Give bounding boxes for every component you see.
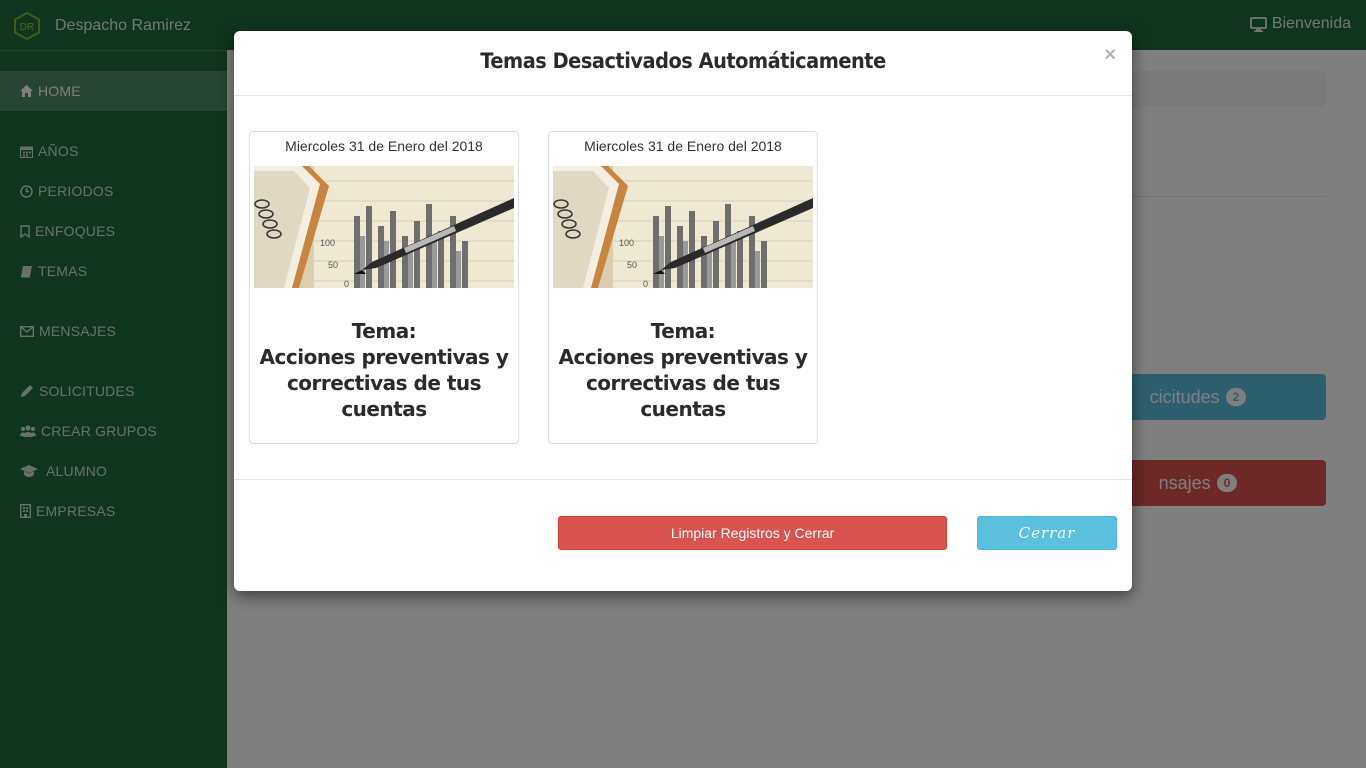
modal-header: Temas Desactivados Automáticamente × [234, 31, 1132, 96]
card-title-line: Acciones preventivas y [558, 345, 808, 369]
clear-and-close-button[interactable]: Limpiar Registros y Cerrar [558, 516, 947, 550]
card-title-line: correctivas de tus [585, 371, 781, 395]
close-button[interactable]: Cerrar [977, 516, 1117, 550]
card-date: Miercoles 31 de Enero del 2018 [584, 138, 782, 154]
finance-chart-image: 100 50 0 [553, 166, 813, 288]
svg-text:0: 0 [344, 279, 349, 288]
card-title-prefix: Tema: [650, 319, 716, 343]
card-title: Tema: Acciones preventivas y correctivas… [250, 318, 518, 422]
deactivated-topics-modal: Temas Desactivados Automáticamente × Mie… [234, 31, 1132, 591]
modal-title: Temas Desactivados Automáticamente [480, 49, 886, 73]
svg-text:0: 0 [643, 279, 648, 288]
card-title: Tema: Acciones preventivas y correctivas… [549, 318, 817, 422]
card-title-line: cuentas [341, 397, 427, 421]
card-title-line: Acciones preventivas y [259, 345, 509, 369]
modal-footer: Limpiar Registros y Cerrar Cerrar [234, 479, 1132, 591]
svg-text:50: 50 [328, 260, 338, 270]
card-title-line: cuentas [640, 397, 726, 421]
card-title-prefix: Tema: [351, 319, 417, 343]
card-date: Miercoles 31 de Enero del 2018 [285, 138, 483, 154]
close-icon[interactable]: × [1104, 44, 1116, 67]
topic-card: Miercoles 31 de Enero del 2018 100 50 0 … [249, 131, 519, 444]
svg-text:100: 100 [320, 238, 335, 248]
svg-text:50: 50 [627, 260, 637, 270]
card-title-line: correctivas de tus [286, 371, 482, 395]
finance-chart-image: 100 50 0 [254, 166, 514, 288]
svg-text:100: 100 [619, 238, 634, 248]
topic-card: Miercoles 31 de Enero del 2018 100 50 0 … [548, 131, 818, 444]
